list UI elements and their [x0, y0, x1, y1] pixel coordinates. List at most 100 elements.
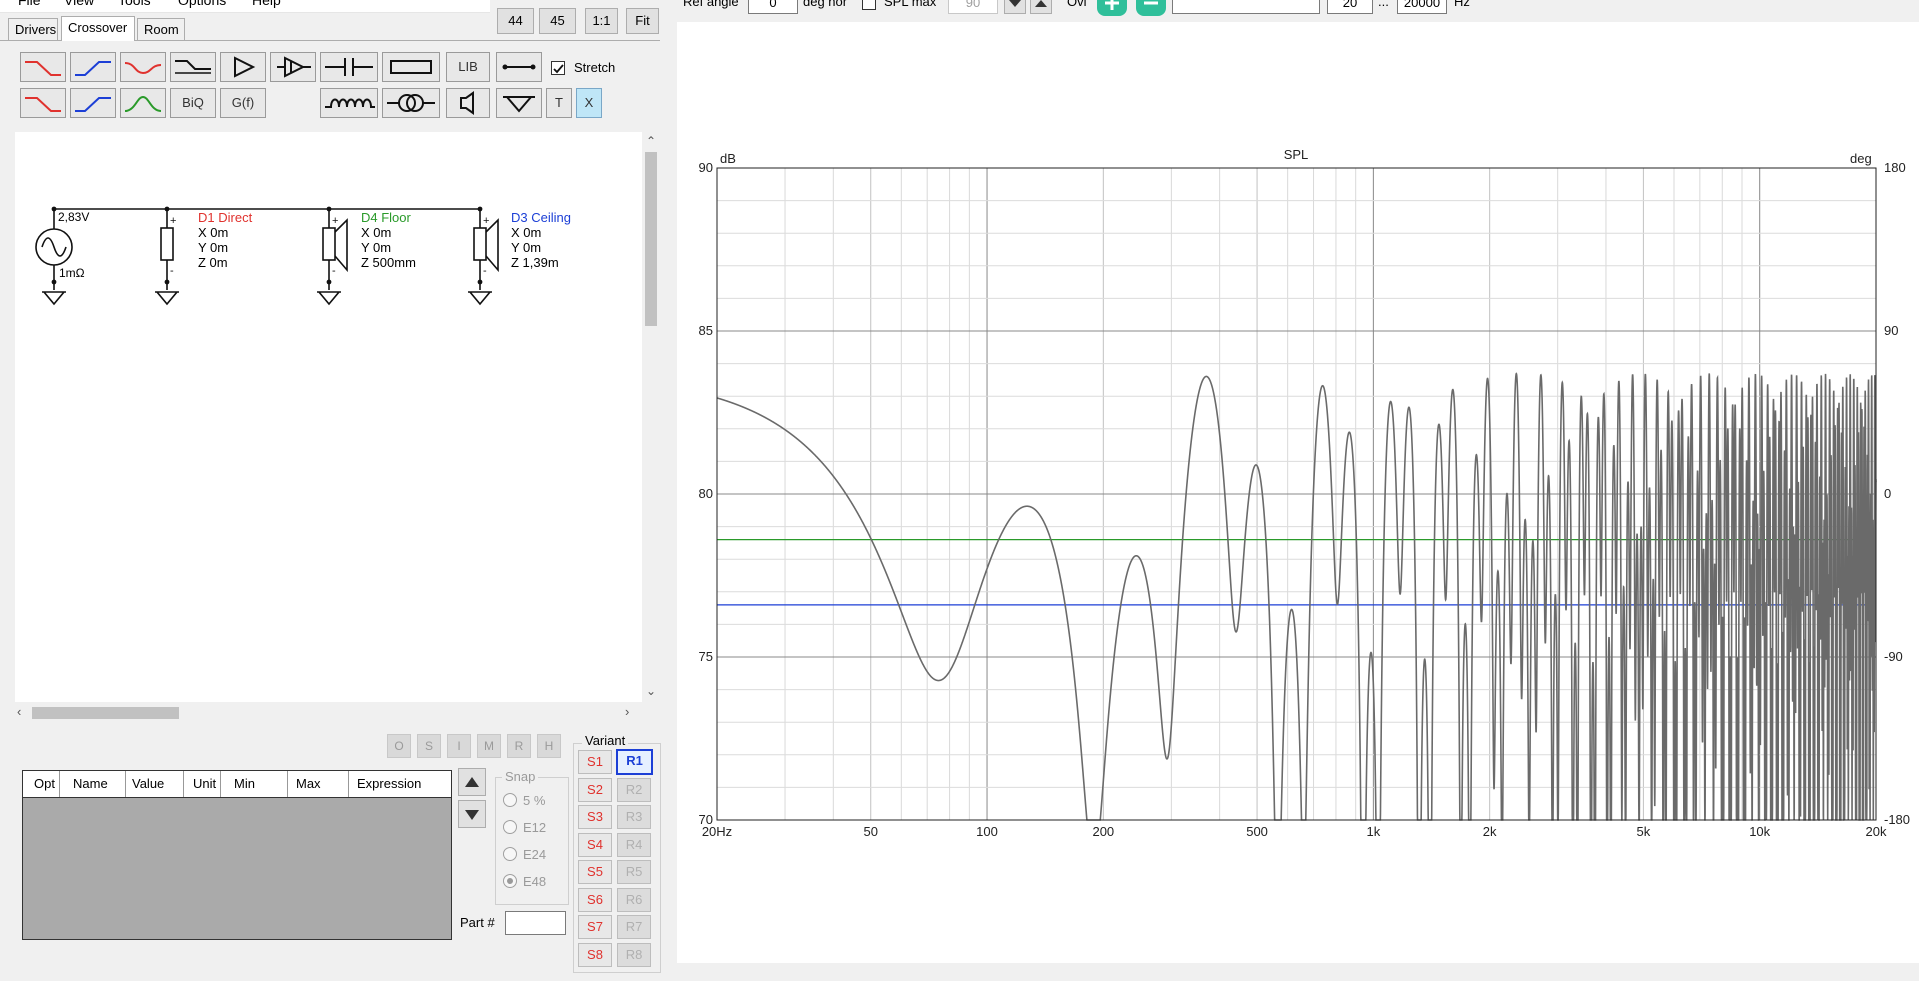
- driver-d1-labels[interactable]: D1 Direct X 0m Y 0m Z 0m: [198, 210, 252, 270]
- spl-response-line: [716, 372, 1877, 821]
- transformer-button[interactable]: [382, 88, 440, 118]
- zoom-1to1-button[interactable]: 1:1: [585, 8, 618, 34]
- col-opt[interactable]: Opt: [34, 776, 55, 791]
- menu-view[interactable]: View: [64, 0, 94, 8]
- biquad-button[interactable]: BiQ: [170, 88, 216, 118]
- ground-button[interactable]: [496, 88, 542, 118]
- driver-d4-labels[interactable]: D4 Floor X 0m Y 0m Z 500mm: [361, 210, 416, 270]
- scroll-up-icon[interactable]: ⌃: [646, 134, 656, 148]
- col-unit[interactable]: Unit: [193, 776, 216, 791]
- schematic-canvas[interactable]: + - + - + - 2,83V 1mΩ D1 Direct X 0m Y 0m Z…: [15, 132, 660, 702]
- variant-r3-button[interactable]: R3: [617, 805, 651, 829]
- wire-button[interactable]: [496, 52, 542, 82]
- stretch-checkbox[interactable]: [551, 61, 565, 75]
- menu-options[interactable]: Options: [178, 0, 226, 8]
- scroll-right-icon[interactable]: ›: [625, 704, 629, 719]
- tab-crossover[interactable]: Crossover: [61, 16, 135, 41]
- spl-max-input[interactable]: 90: [948, 0, 998, 14]
- opt-s-button[interactable]: S: [417, 734, 441, 758]
- col-name[interactable]: Name: [73, 776, 108, 791]
- freq-to-input[interactable]: 20000: [1397, 0, 1447, 14]
- inductor-button[interactable]: [320, 88, 378, 118]
- variant-s7-button[interactable]: S7: [578, 915, 612, 939]
- variant-r2-button[interactable]: R2: [617, 778, 651, 802]
- freq-from-input[interactable]: 20: [1327, 0, 1373, 14]
- scroll-left-icon[interactable]: ‹: [17, 704, 21, 719]
- zoom-fit-button[interactable]: Fit: [626, 8, 659, 34]
- remove-button[interactable]: [1136, 0, 1166, 16]
- spl-chart[interactable]: 20Hz 50 100 200 500 1k 2k 5k 10k 20k9085807570180…: [677, 22, 1919, 963]
- allpass-red-button[interactable]: [120, 52, 166, 82]
- amplifier-button[interactable]: [220, 52, 266, 82]
- library-button[interactable]: LIB: [446, 52, 490, 82]
- text-field[interactable]: [1172, 0, 1320, 14]
- driver-d3-labels[interactable]: D3 Ceiling X 0m Y 0m Z 1,39m: [511, 210, 571, 270]
- snap-e12-radio[interactable]: E12: [503, 820, 546, 835]
- highpass-red-button[interactable]: [20, 52, 66, 82]
- opt-m-button[interactable]: M: [477, 734, 501, 758]
- highpass-blue-button[interactable]: [70, 52, 116, 82]
- menu-file[interactable]: File: [18, 0, 41, 8]
- variant-s6-button[interactable]: S6: [578, 888, 612, 912]
- spl-up-button[interactable]: [1030, 0, 1052, 14]
- variant-r6-button[interactable]: R6: [617, 888, 651, 912]
- variant-s8-button[interactable]: S8: [578, 943, 612, 967]
- menu-tools[interactable]: Tools: [118, 0, 151, 8]
- snap-5pct-radio[interactable]: 5 %: [503, 793, 545, 808]
- opt-i-button[interactable]: I: [447, 734, 471, 758]
- ref-angle-input[interactable]: 0: [748, 0, 798, 14]
- variant-s5-button[interactable]: S5: [578, 860, 612, 884]
- opt-r-button[interactable]: R: [507, 734, 531, 758]
- x-button[interactable]: X: [576, 88, 602, 118]
- variant-r4-button[interactable]: R4: [617, 833, 651, 857]
- shelf-button[interactable]: [170, 52, 216, 82]
- col-value[interactable]: Value: [132, 776, 164, 791]
- schematic-vscrollbar[interactable]: ⌃ ⌄: [642, 132, 660, 702]
- zoom-44-button[interactable]: 44: [497, 8, 534, 34]
- variant-r7-button[interactable]: R7: [617, 915, 651, 939]
- hscroll-thumb[interactable]: [32, 707, 179, 719]
- y-tick-label: 75: [699, 649, 713, 664]
- resistor-button[interactable]: [382, 52, 440, 82]
- variant-s2-button[interactable]: S2: [578, 778, 612, 802]
- move-down-button[interactable]: [458, 800, 486, 828]
- variant-s1-button[interactable]: S1: [578, 750, 612, 774]
- menu-help[interactable]: Help: [252, 0, 281, 8]
- speaker-button[interactable]: [446, 88, 490, 118]
- variant-s3-button[interactable]: S3: [578, 805, 612, 829]
- spl-down-button[interactable]: [1004, 0, 1026, 14]
- variant-s4-button[interactable]: S4: [578, 833, 612, 857]
- snap-e24-radio[interactable]: E24: [503, 847, 546, 862]
- driver-d1-y: Y 0m: [198, 240, 229, 255]
- move-up-button[interactable]: [458, 768, 486, 796]
- parameters-table[interactable]: Opt Name Value Unit Min Max Expression: [22, 770, 452, 940]
- tab-drivers[interactable]: Drivers: [8, 18, 58, 40]
- opt-h-button[interactable]: H: [537, 734, 561, 758]
- plus-icon: [1105, 0, 1119, 10]
- gf-button[interactable]: G(f): [220, 88, 266, 118]
- t-button[interactable]: T: [546, 88, 572, 118]
- capacitor-button[interactable]: [320, 52, 378, 82]
- col-max[interactable]: Max: [296, 776, 321, 791]
- part-number-input[interactable]: [505, 911, 566, 935]
- col-expression[interactable]: Expression: [357, 776, 421, 791]
- vscroll-thumb[interactable]: [645, 152, 657, 326]
- col-min[interactable]: Min: [234, 776, 255, 791]
- buffer-button[interactable]: [270, 52, 316, 82]
- spl-max-checkbox[interactable]: [862, 0, 876, 10]
- highpass-blue-2-button[interactable]: [70, 88, 116, 118]
- opt-o-button[interactable]: O: [387, 734, 411, 758]
- schematic-hscrollbar[interactable]: ‹ ›: [15, 704, 642, 722]
- bandpass-green-button[interactable]: [120, 88, 166, 118]
- add-button[interactable]: [1097, 0, 1127, 16]
- variant-r8-button[interactable]: R8: [617, 943, 651, 967]
- variant-r5-button[interactable]: R5: [617, 860, 651, 884]
- tab-room[interactable]: Room: [137, 18, 185, 40]
- source-voltage-label: 2,83V: [58, 210, 90, 224]
- snap-e48-radio[interactable]: E48: [503, 874, 546, 889]
- variant-r1-button[interactable]: R1: [616, 749, 653, 775]
- scroll-down-icon[interactable]: ⌄: [646, 684, 656, 698]
- zoom-45-button[interactable]: 45: [539, 8, 576, 34]
- spl-chart-panel[interactable]: 20Hz 50 100 200 500 1k 2k 5k 10k 20k 90 85 80 75 70 180…: [677, 22, 1919, 963]
- lowpass-red-button[interactable]: [20, 88, 66, 118]
